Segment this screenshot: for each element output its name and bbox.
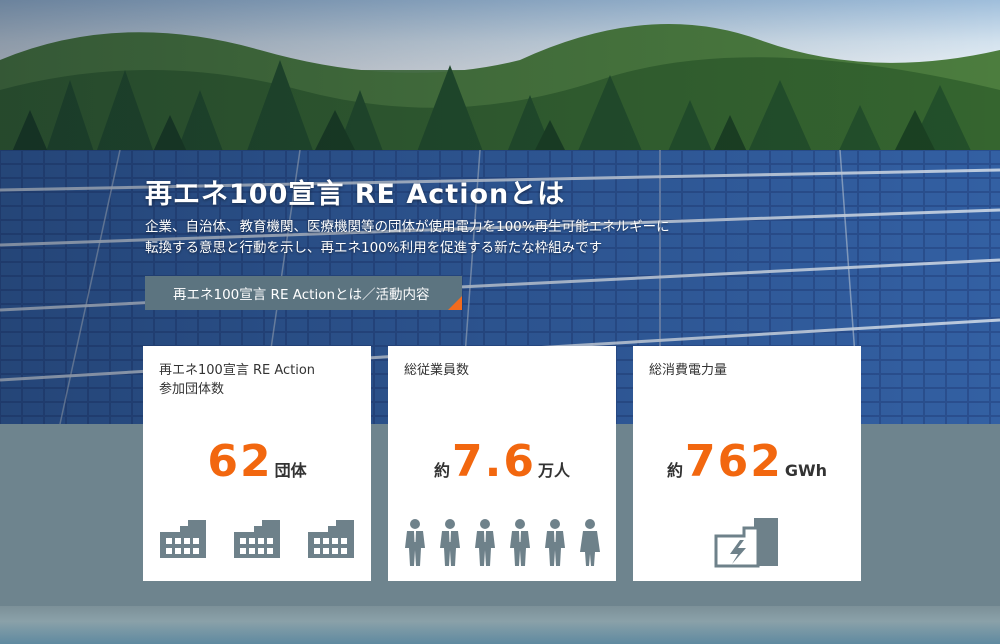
person-icon (509, 519, 530, 566)
stat-card-participants: 再エネ100宣言 RE Action 参加団体数 62 団体 (143, 346, 371, 581)
intro-description: 企業、自治体、教育機関、医療機関等の団体が使用電力を100%再生可能エネルギーに… (145, 217, 725, 259)
stat-number: 7.6 (452, 436, 536, 487)
person-icon (474, 519, 495, 566)
power-plant-icon (714, 518, 778, 568)
stat-unit: GWh (784, 461, 828, 480)
stat-label: 総従業員数 (404, 361, 469, 380)
building-icon (308, 520, 354, 558)
stat-unit: 団体 (274, 461, 307, 480)
stat-label-line-1: 再エネ100宣言 RE Action (159, 363, 316, 378)
about-re-action-button-label: 再エネ100宣言 RE Actionとは／活動内容 (173, 287, 430, 303)
about-re-action-button[interactable]: 再エネ100宣言 RE Actionとは／活動内容 (145, 276, 462, 310)
description-line-1: 企業、自治体、教育機関、医療機関等の団体が使用電力を100%再生可能エネルギーに (145, 219, 670, 235)
stat-number: 762 (684, 436, 783, 487)
stat-label-line-1: 総従業員数 (404, 363, 470, 378)
building-icon (160, 520, 206, 558)
corner-accent-icon (448, 296, 462, 310)
stat-label-line-1: 総消費電力量 (649, 363, 728, 378)
stat-label: 再エネ100宣言 RE Action 参加団体数 (159, 361, 315, 399)
power-icons (633, 516, 861, 570)
building-icons (143, 518, 371, 560)
stat-prefix: 約 (434, 461, 451, 480)
person-icon (579, 519, 600, 566)
stat-unit: 万人 (537, 461, 570, 480)
person-icon (404, 519, 425, 566)
person-icon (544, 519, 565, 566)
page-title: 再エネ100宣言 RE Actionとは (145, 179, 566, 210)
stat-value: 約762 GWh (633, 436, 861, 487)
stat-card-power: 総消費電力量 約762 GWh (633, 346, 861, 581)
stat-prefix: 約 (666, 461, 683, 480)
stat-card-employees: 総従業員数 約7.6 万人 (388, 346, 616, 581)
stat-label: 総消費電力量 (649, 361, 727, 380)
building-icon (234, 520, 280, 558)
stat-label-line-2: 参加団体数 (159, 382, 225, 397)
stats-band-bottom (0, 606, 1000, 644)
description-line-2: 転換する意思と行動を示し、再エネ100%利用を促進する新たな枠組みです (145, 240, 603, 256)
stat-value: 62 団体 (143, 436, 371, 487)
stat-number: 62 (207, 436, 273, 487)
stat-value: 約7.6 万人 (388, 436, 616, 487)
person-icons (388, 518, 616, 568)
person-icon (439, 519, 460, 566)
